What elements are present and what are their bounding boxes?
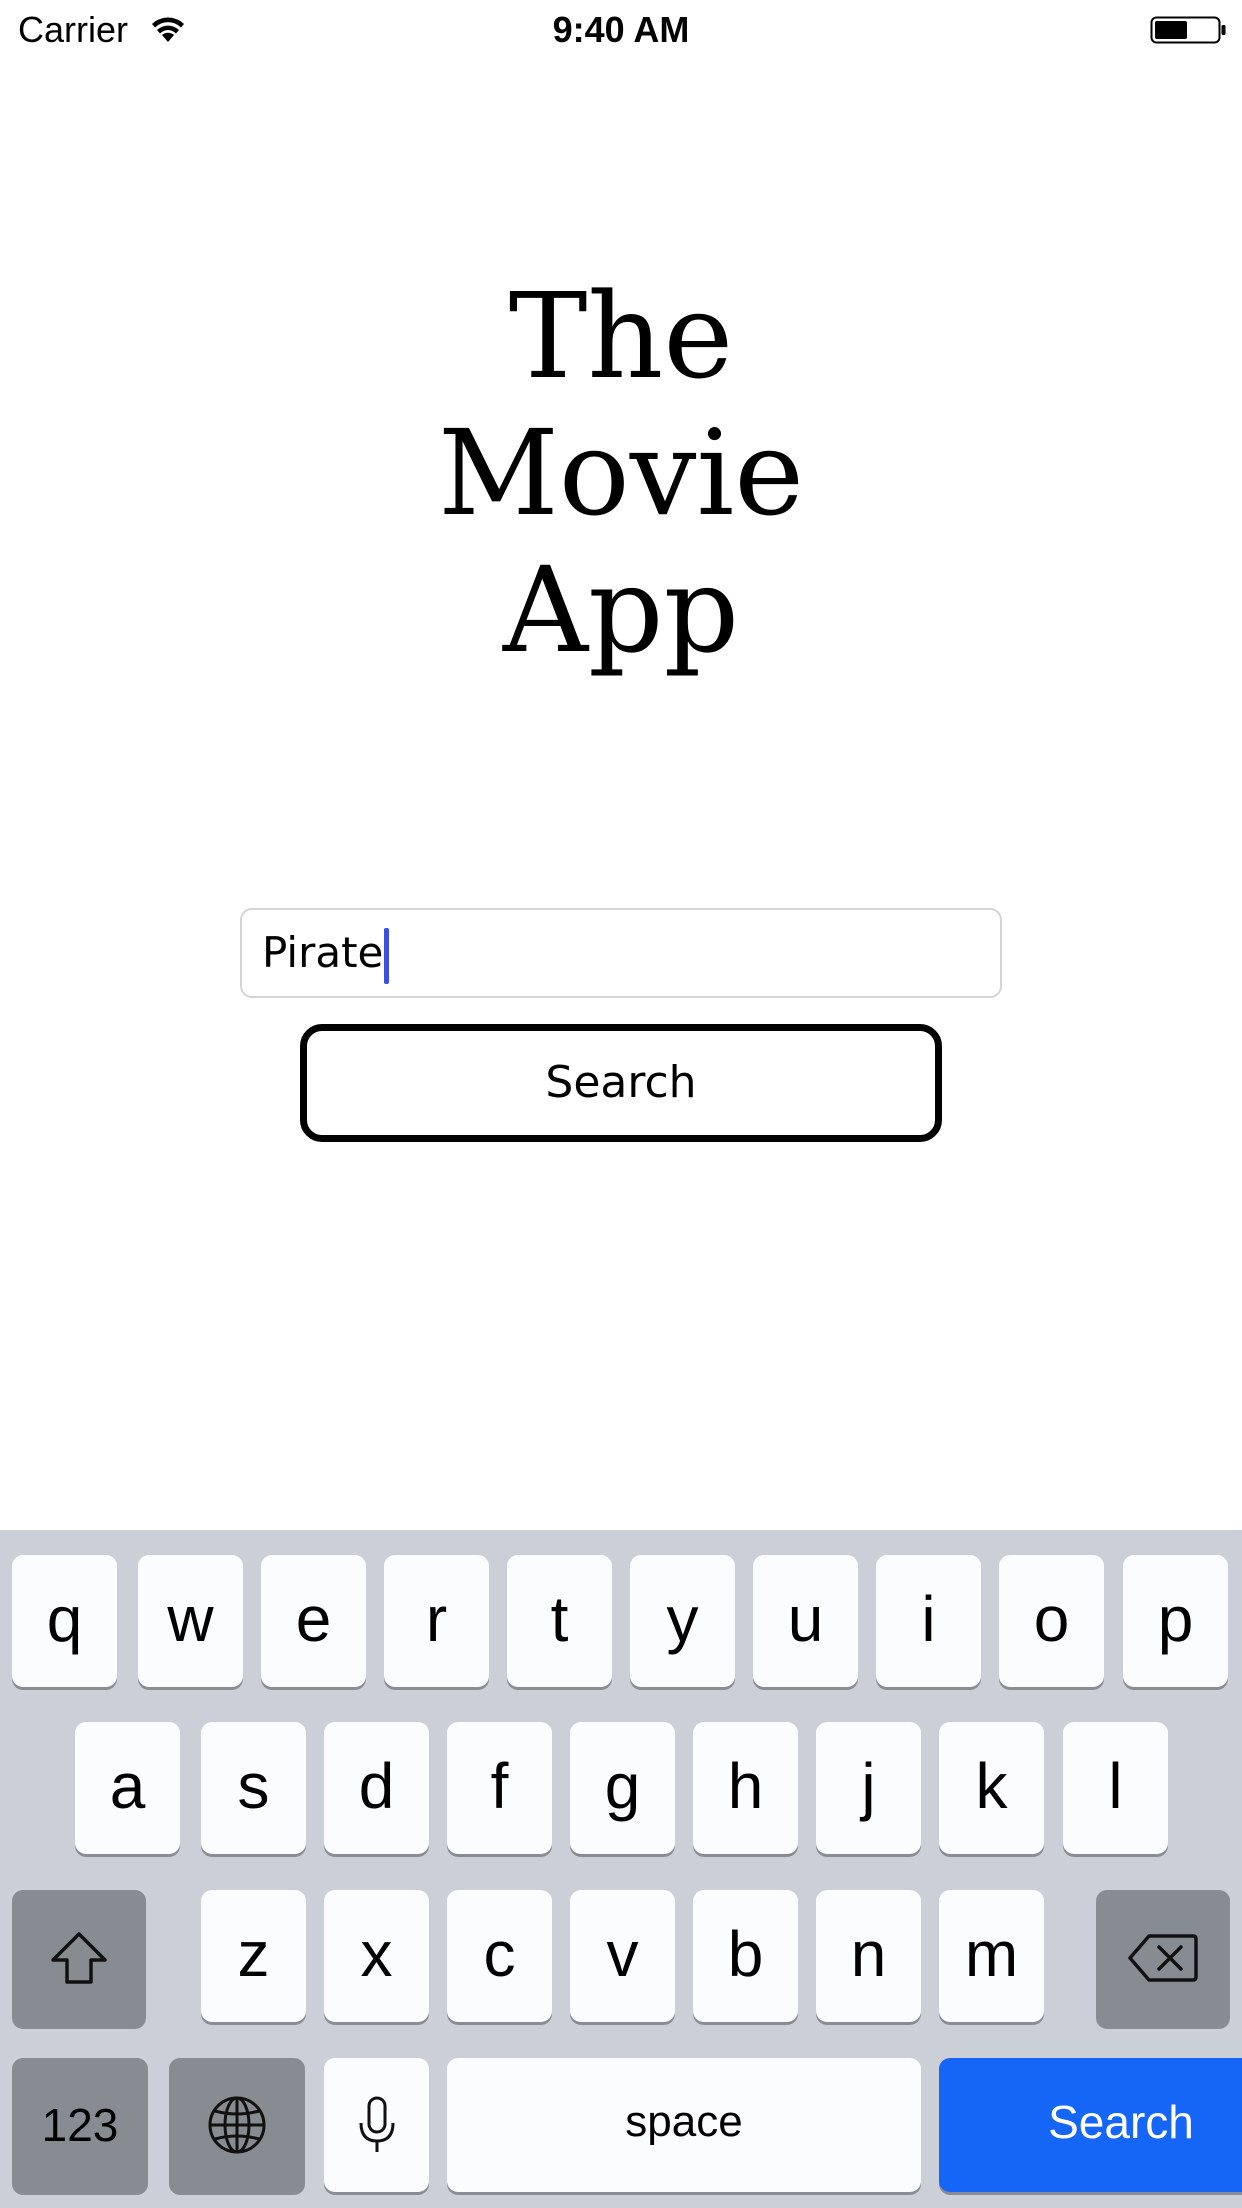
- search-input-text: Pirate: [262, 928, 384, 977]
- key-n[interactable]: n: [816, 1890, 921, 2022]
- keyboard: q w e r t y u i o p a s d f g h j k l z …: [0, 1530, 1242, 2208]
- key-p[interactable]: p: [1123, 1555, 1228, 1687]
- shift-icon: [51, 1932, 107, 1984]
- key-u[interactable]: u: [753, 1555, 858, 1687]
- microphone-icon: [359, 2096, 394, 2152]
- key-j[interactable]: j: [816, 1722, 921, 1854]
- status-bar: Carrier 9:40 AM: [0, 0, 1242, 60]
- search-input-value[interactable]: Pirate: [262, 910, 390, 996]
- key-v[interactable]: v: [570, 1890, 675, 2022]
- title-line: App: [502, 541, 740, 679]
- microphone-key[interactable]: [324, 2058, 429, 2192]
- key-y[interactable]: y: [630, 1555, 735, 1687]
- key-i[interactable]: i: [876, 1555, 981, 1687]
- status-time: 9:40 AM: [552, 9, 690, 50]
- search-input[interactable]: Pirate: [240, 908, 1002, 998]
- text-caret: [384, 927, 390, 984]
- search-button[interactable]: Search: [300, 1024, 942, 1142]
- key-o[interactable]: o: [999, 1555, 1104, 1687]
- key-h[interactable]: h: [693, 1722, 798, 1854]
- numbers-key[interactable]: 123: [12, 2058, 148, 2192]
- key-e[interactable]: e: [261, 1555, 366, 1687]
- key-b[interactable]: b: [693, 1890, 798, 2022]
- key-k[interactable]: k: [939, 1722, 1044, 1854]
- title-line: The: [508, 267, 734, 405]
- key-w[interactable]: w: [138, 1555, 243, 1687]
- backspace-icon: [1128, 1934, 1198, 1982]
- key-d[interactable]: d: [324, 1722, 429, 1854]
- keyboard-search-key[interactable]: Search: [939, 2058, 1242, 2192]
- key-z[interactable]: z: [201, 1890, 306, 2022]
- shift-key[interactable]: [12, 1890, 146, 2026]
- key-g[interactable]: g: [570, 1722, 675, 1854]
- app-title: The Movie App: [0, 268, 1242, 679]
- title-line: Movie: [437, 404, 805, 542]
- backspace-key[interactable]: [1096, 1890, 1230, 2026]
- key-q[interactable]: q: [12, 1555, 117, 1687]
- key-r[interactable]: r: [384, 1555, 489, 1687]
- key-a[interactable]: a: [75, 1722, 180, 1854]
- globe-icon: [208, 2096, 266, 2154]
- key-c[interactable]: c: [447, 1890, 552, 2022]
- space-key[interactable]: space: [447, 2058, 921, 2192]
- globe-key[interactable]: [169, 2058, 305, 2192]
- key-s[interactable]: s: [201, 1722, 306, 1854]
- key-t[interactable]: t: [507, 1555, 612, 1687]
- key-f[interactable]: f: [447, 1722, 552, 1854]
- battery-icon: [1150, 16, 1226, 44]
- key-x[interactable]: x: [324, 1890, 429, 2022]
- key-m[interactable]: m: [939, 1890, 1044, 2022]
- key-l[interactable]: l: [1063, 1722, 1168, 1854]
